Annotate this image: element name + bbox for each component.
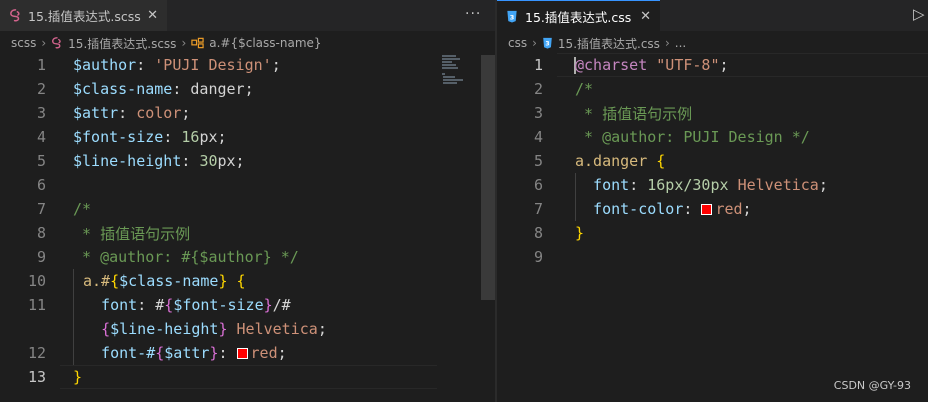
tab-css-file[interactable]: 3 15.插值表达式.css ✕ — [497, 0, 660, 31]
right-tabbar: 3 15.插值表达式.css ✕ ▷ — [497, 0, 928, 31]
breadcrumb-file[interactable]: 15.插值表达式.scss — [68, 35, 176, 52]
breadcrumb-file[interactable]: 15.插值表达式.css — [558, 35, 660, 52]
indent-guide — [73, 269, 74, 365]
color-swatch-icon[interactable] — [701, 204, 713, 215]
tab-title: 15.插值表达式.css — [525, 9, 632, 25]
scss-file-icon — [8, 9, 22, 23]
color-swatch-icon[interactable] — [236, 348, 248, 359]
left-tabbar: 15.插值表达式.scss ✕ ··· — [0, 0, 495, 31]
run-icon[interactable]: ▷ — [913, 5, 926, 23]
chevron-right-icon: › — [664, 36, 670, 50]
css-file-icon: 3 — [542, 37, 553, 49]
css-file-icon: 3 — [505, 9, 519, 23]
svg-text:3: 3 — [545, 41, 549, 48]
more-actions-icon[interactable]: ··· — [465, 6, 481, 22]
svg-text:3: 3 — [510, 13, 515, 21]
vertical-scrollbar[interactable] — [481, 55, 495, 300]
chevron-right-icon: › — [181, 36, 187, 50]
scss-file-icon — [51, 37, 63, 49]
breadcrumb: css › 3 15.插值表达式.css › ... — [497, 31, 928, 55]
close-icon[interactable]: ✕ — [640, 9, 651, 24]
breadcrumb-symbol[interactable]: a.#{$class-name} — [209, 36, 321, 50]
breadcrumb: scss › 15.插值表达式.scss › a.#{$class-name} — [0, 31, 495, 55]
breadcrumb-folder[interactable]: css — [508, 36, 527, 50]
right-editor-pane: 3 15.插值表达式.css ✕ ▷ css › 3 15.插值表达式.css … — [497, 0, 928, 402]
chevron-right-icon: › — [532, 36, 537, 50]
tab-title: 15.插值表达式.scss — [28, 9, 141, 24]
watermark: CSDN @GY-93 — [833, 379, 911, 392]
breadcrumb-symbol[interactable]: ... — [675, 36, 686, 50]
breadcrumb-folder[interactable]: scss — [11, 36, 36, 50]
left-editor-pane: 15.插值表达式.scss ✕ ··· scss › 15.插值表达式.scss… — [0, 0, 495, 402]
symbol-class-icon — [191, 37, 204, 49]
minimap[interactable] — [440, 55, 480, 95]
chevron-right-icon: › — [41, 36, 47, 50]
close-icon[interactable]: ✕ — [147, 8, 158, 23]
current-line-highlight — [60, 365, 437, 389]
tab-scss-file[interactable]: 15.插值表达式.scss ✕ — [0, 0, 167, 31]
